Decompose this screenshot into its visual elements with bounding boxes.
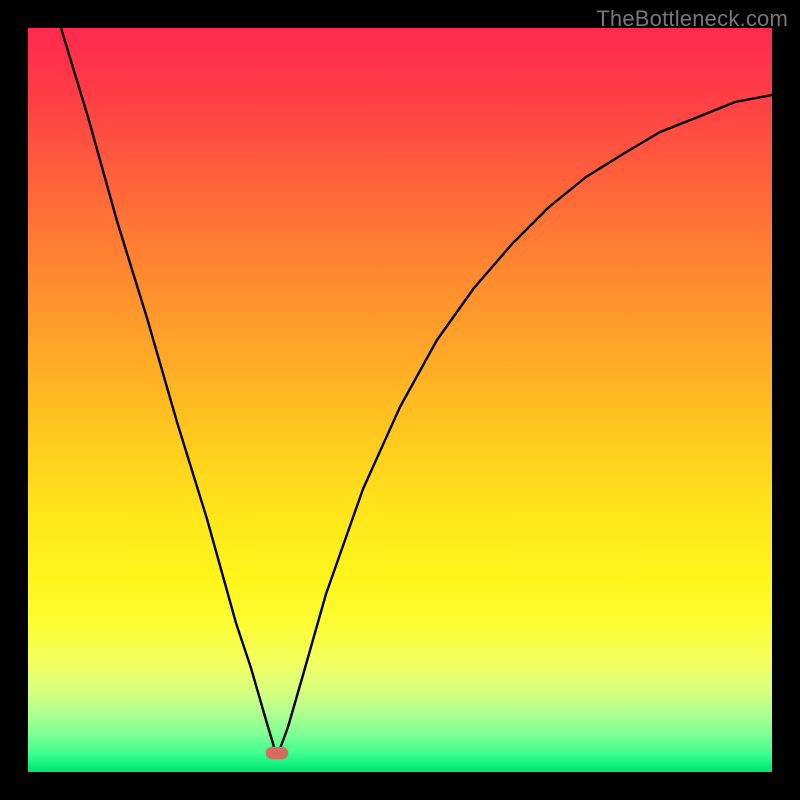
minimum-marker xyxy=(266,747,288,759)
bottleneck-curve xyxy=(28,28,772,772)
chart-frame: TheBottleneck.com xyxy=(0,0,800,800)
plot-area xyxy=(28,28,772,772)
curve-path xyxy=(61,28,772,757)
watermark-text: TheBottleneck.com xyxy=(596,6,788,32)
